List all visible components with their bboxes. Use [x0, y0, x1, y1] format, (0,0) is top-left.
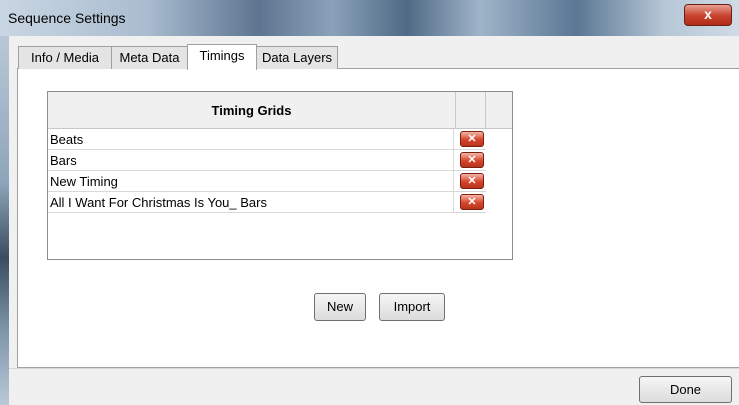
table-row[interactable]: Beats ✕	[48, 129, 486, 150]
footer-divider	[9, 368, 739, 369]
new-button[interactable]: New	[314, 293, 366, 321]
timing-name: Bars	[50, 150, 454, 170]
tab-meta-data[interactable]: Meta Data	[111, 46, 188, 69]
timing-name: Beats	[50, 129, 454, 149]
table-header: Timing Grids	[48, 92, 512, 129]
sequence-settings-window: Sequence Settings x Info / Media Meta Da…	[0, 0, 739, 405]
timing-name: New Timing	[50, 171, 454, 191]
timing-name: All I Want For Christmas Is You_ Bars	[50, 192, 454, 212]
title-bar[interactable]: Sequence Settings x	[0, 0, 739, 36]
table-row[interactable]: New Timing ✕	[48, 171, 486, 192]
delete-x-icon[interactable]: ✕	[460, 173, 484, 189]
close-button[interactable]: x	[684, 4, 732, 26]
timing-grids-table: Timing Grids Beats ✕ Bars ✕ New Timing ✕…	[47, 91, 513, 260]
delete-column-header	[456, 92, 486, 128]
delete-x-icon[interactable]: ✕	[460, 131, 484, 147]
tab-data-layers[interactable]: Data Layers	[256, 46, 338, 69]
tab-timings[interactable]: Timings	[187, 44, 257, 70]
delete-x-icon[interactable]: ✕	[460, 194, 484, 210]
done-button[interactable]: Done	[639, 376, 732, 403]
delete-x-icon[interactable]: ✕	[460, 152, 484, 168]
window-frame-left	[0, 36, 9, 405]
import-button[interactable]: Import	[379, 293, 445, 321]
window-title: Sequence Settings	[8, 10, 126, 26]
table-row[interactable]: All I Want For Christmas Is You_ Bars ✕	[48, 192, 486, 213]
timing-grids-column-header: Timing Grids	[48, 92, 456, 128]
tab-info-media[interactable]: Info / Media	[18, 46, 112, 69]
table-row[interactable]: Bars ✕	[48, 150, 486, 171]
